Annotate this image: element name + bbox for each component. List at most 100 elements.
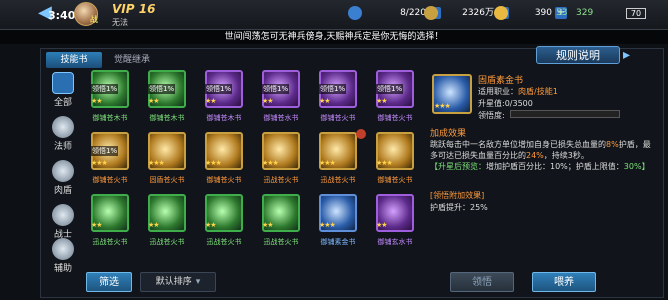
skill-book-card[interactable]: ★★★ 御铺苍火书 (198, 132, 250, 190)
skill-book-card[interactable]: 领悟1% ★★ 御铺苍木书 (141, 70, 193, 128)
coin-icon (424, 5, 438, 20)
coin-value: 2326万 (462, 8, 494, 18)
mage-icon (52, 116, 74, 138)
card-name: 迅战苍火书 (149, 238, 185, 246)
skill-book-card[interactable]: ★★ 迅战苍火书 (198, 194, 250, 252)
upgrade-preview-label: 【升星后预览： (430, 162, 486, 171)
signal-value: 53 (556, 8, 568, 18)
tab-awaken-inherit[interactable]: 觉醒继承 (104, 52, 160, 68)
marquee-announcement: 世间闯荡怎可无神兵傍身,天赐神兵定是你无悔的选择！ (0, 30, 668, 44)
card-name: 御铺苍水书 (263, 114, 299, 122)
detail-title: 固盾素金书 (478, 76, 524, 86)
clock: 3:40 (48, 9, 76, 22)
skill-book-card[interactable]: 领悟1% ★★ 御铺苍木书 (84, 70, 136, 128)
crown-value: 390 (534, 8, 552, 18)
effect-text-3: ，持续3秒。 (543, 151, 589, 160)
skill-book-card[interactable]: ★★ 御铺玄水书 (369, 194, 421, 252)
star-rating: ★★ (262, 221, 274, 229)
skill-book-card[interactable]: ★★ 迅战苍火书 (255, 194, 307, 252)
sidebar-item-mage[interactable]: 法师 (46, 114, 80, 154)
star-rating: ★★★ (376, 159, 393, 167)
card-name: 固盾苍火书 (149, 176, 185, 184)
detail-upgrade: 升星值:0/3500 (478, 98, 533, 109)
effect-title: 加成效果 (430, 129, 467, 139)
support-icon (52, 238, 74, 260)
effect-highlight-1: 8% (606, 140, 619, 149)
card-name: 御铺苍火书 (92, 176, 128, 184)
sword-icon (52, 204, 74, 226)
skill-book-card[interactable]: ★★★ 迅战苍火书 (312, 129, 366, 190)
card-name: 御铺苍火书 (320, 114, 356, 122)
rules-button[interactable]: 规则说明 (536, 46, 620, 64)
sidebar-item-tank[interactable]: 肉盾 (46, 158, 80, 198)
card-name: 迅战苍火书 (263, 238, 299, 246)
star-rating: ★★★ (262, 159, 279, 167)
stamina-icon (348, 5, 362, 20)
lead-tag: 领悟1% (91, 146, 119, 156)
vip-badge: VIP 16 (112, 2, 155, 16)
lead-tag: 领悟1% (205, 84, 233, 94)
lead-tag: 领悟1% (262, 84, 290, 94)
effect-highlight-2: 24% (526, 151, 544, 160)
star-rating: ★★ (205, 97, 217, 105)
vip-label: VIP (112, 2, 135, 16)
star-rating: ★★ (376, 97, 388, 105)
skill-book-card[interactable]: 领悟1% ★★ 御铺苍木书 (198, 70, 250, 128)
network-status: 53 329 (556, 8, 593, 18)
star-rating: ★★ (91, 97, 103, 105)
card-name: 迅战苍火书 (92, 238, 128, 246)
sidebar-item-support[interactable]: 辅助 (46, 236, 80, 276)
card-name: 迅战苍火书 (320, 176, 356, 184)
star-rating: ★★ (148, 97, 160, 105)
star-rating: ★★ (262, 97, 274, 105)
detail-lead-label: 领悟度: (478, 111, 505, 120)
sidebar-item-all[interactable]: 全部 (46, 70, 80, 110)
sidebar-item-label: 法师 (53, 142, 72, 152)
card-name: 御铺苍木书 (149, 114, 185, 122)
sort-label: 默认排序 (155, 277, 192, 287)
lead-button[interactable]: 领悟 (450, 272, 514, 292)
skill-book-card[interactable]: 领悟1% ★★ 御铺苍水书 (255, 70, 307, 128)
card-name: 迅战苍火书 (206, 238, 242, 246)
chevron-down-icon: ▾ (195, 277, 201, 287)
effect-text: 跳跃每击中一名敌方单位增加自身已损失总血量的8%护盾，最多可达已损失血量百分比的… (430, 139, 654, 172)
card-name: 迅战苍火书 (263, 176, 299, 184)
avatar-badge: 战 (90, 15, 98, 24)
skill-book-card[interactable]: ★★★ 固盾苍火书 (141, 132, 193, 190)
shield-icon (52, 160, 74, 182)
skill-book-card[interactable]: ★★★ 御铺苍火书 (369, 132, 421, 190)
sidebar-item-label: 全部 (53, 98, 72, 108)
card-name: 御铺玄水书 (377, 238, 413, 246)
card-name: 御铺苍火书 (377, 114, 413, 122)
lead-progress-bar (510, 110, 620, 118)
vip-subtitle: 无法 (112, 18, 128, 27)
tab-skill-books[interactable]: 技能书 (46, 52, 102, 68)
feed-button[interactable]: 喂养 (532, 272, 596, 292)
wifi-value: 329 (576, 8, 594, 18)
skill-book-card[interactable]: 领悟1% ★★ 御铺苍火书 (312, 70, 364, 128)
skill-book-card[interactable]: ★★ 迅战苍火书 (141, 194, 193, 252)
upgrade-preview-text: 增加护盾百分比：10%；护盾上限值： (486, 162, 624, 171)
star-rating: ★★ (376, 221, 388, 229)
skill-book-grid: 领悟1% ★★ 御铺苍木书 领悟1% ★★ 御铺苍木书 领悟1% ★★ 御铺苍木书 领悟1% ★★ 御… (84, 70, 424, 270)
vip-level: 16 (138, 2, 156, 16)
star-rating: ★★★ (148, 159, 165, 167)
skill-book-card[interactable]: 领悟1% ★★ 御铺苍火书 (369, 70, 421, 128)
star-rating: ★★★ (205, 159, 222, 167)
skill-book-card[interactable]: ★★★ 御铺素金书 (312, 194, 364, 252)
star-rating: ★★ (91, 221, 103, 229)
star-rating: ★★★ (319, 159, 336, 167)
upgrade-preview-end: 30%】 (623, 162, 650, 171)
battery-indicator: 70 (626, 8, 646, 19)
notification-badge (356, 129, 366, 139)
lead-tag: 领悟1% (376, 84, 404, 94)
job-label: 适用职业： (478, 87, 518, 96)
card-name: 御铺苍木书 (92, 114, 128, 122)
card-name: 御铺苍火书 (206, 176, 242, 184)
skill-book-card[interactable]: ★★ 迅战苍火书 (84, 194, 136, 252)
upgrade-label: 升星值: (478, 99, 505, 108)
skill-book-card[interactable]: ★★★ 迅战苍火书 (255, 132, 307, 190)
sort-dropdown[interactable]: 默认排序 ▾ (140, 272, 216, 292)
filter-button[interactable]: 筛选 (86, 272, 132, 292)
skill-book-card[interactable]: 领悟1% ★★★ 御铺苍火书 (84, 132, 136, 190)
